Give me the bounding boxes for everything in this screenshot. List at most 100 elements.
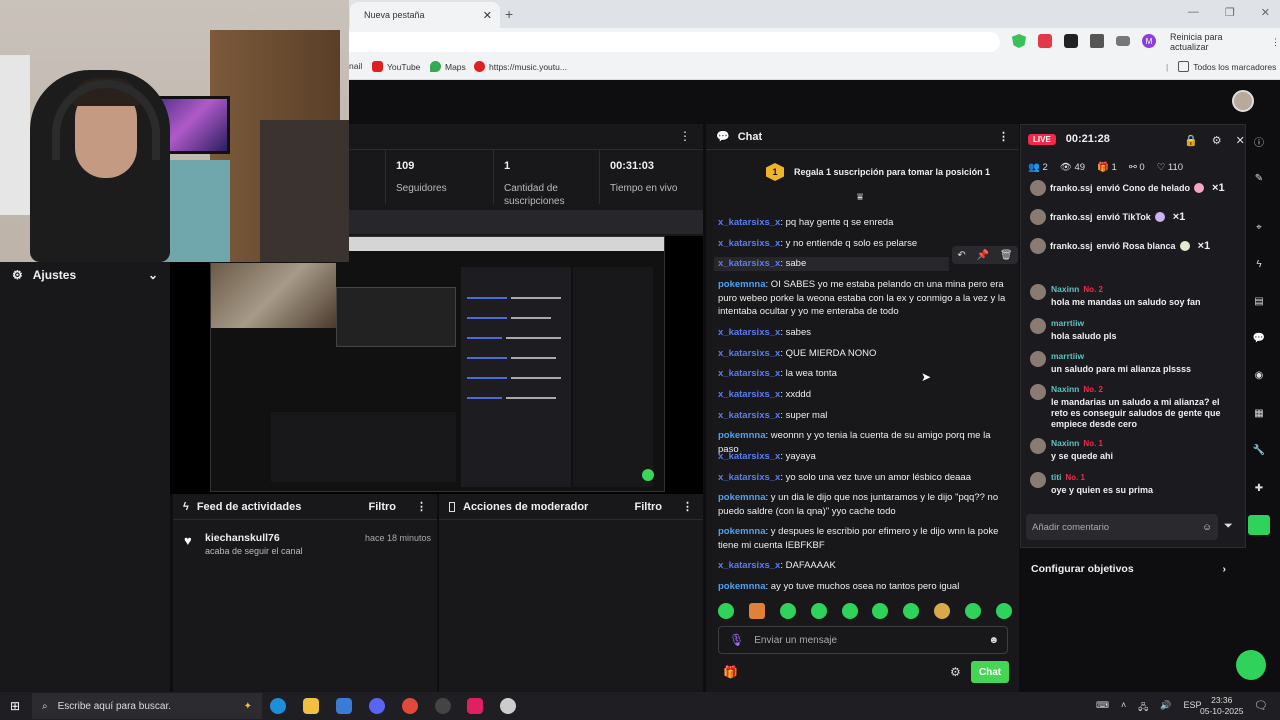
more-icon[interactable]: ⋮ (1271, 37, 1280, 48)
close-icon[interactable]: ✕ (1236, 134, 1245, 147)
gear-icon[interactable]: ⚙ (1212, 134, 1222, 147)
maximize-icon[interactable]: ❐ (1225, 6, 1235, 19)
broadcast-icon[interactable]: ◉ (1252, 368, 1266, 382)
taskbar-search[interactable]: ⌕ Escribe aquí para buscar. ✦ (32, 693, 262, 719)
chat-username[interactable]: x_katarsixs_x (718, 327, 780, 338)
store-icon[interactable] (336, 698, 352, 714)
shield-extension-icon[interactable] (1012, 34, 1026, 48)
smile-icon[interactable]: ☺ (1202, 522, 1212, 533)
chat-icon[interactable]: 💬 (1252, 331, 1266, 345)
settings-section[interactable]: ⚙ Ajustes ⌄ (0, 264, 170, 286)
close-window-icon[interactable]: ✕ (1261, 6, 1270, 19)
minimize-icon[interactable]: — (1188, 6, 1199, 19)
chat-username[interactable]: x_katarsixs_x (718, 217, 780, 228)
emote-icon[interactable] (748, 603, 765, 619)
update-button[interactable]: Reinicia para actualizar ⋮ (1170, 32, 1280, 52)
bookmark-youtube[interactable]: YouTube (372, 61, 420, 72)
emote-icon[interactable] (779, 603, 796, 619)
chat-username[interactable]: x_katarsixs_x (718, 389, 780, 400)
close-tab-icon[interactable]: ✕ (483, 9, 492, 22)
chat-username[interactable]: pokemnna (718, 279, 766, 290)
comment-user[interactable]: Naxinn No. 2 (1051, 384, 1103, 395)
emote-icon[interactable] (903, 603, 920, 619)
chat-username[interactable]: pokemnna (718, 430, 766, 441)
chat-username[interactable]: x_katarsixs_x (718, 368, 780, 379)
app-icon[interactable] (500, 698, 516, 714)
clapperboard-icon[interactable] (1248, 515, 1270, 535)
chat-username[interactable]: x_katarsixs_x (718, 238, 780, 249)
microphone-icon[interactable]: 🎙 (729, 633, 744, 647)
tiktok-icon[interactable] (467, 698, 483, 714)
info-icon[interactable]: ⓘ (1252, 134, 1266, 149)
chevron-up-icon[interactable]: ˄ (1121, 700, 1126, 716)
filter-icon[interactable]: ⏷ (1224, 520, 1233, 533)
media-icon[interactable] (1116, 36, 1130, 46)
sub-gift-banner[interactable]: 1 Regala 1 suscripción para tomar la pos… (706, 152, 1019, 192)
more-options-icon[interactable]: ⋮ (998, 130, 1009, 143)
volume-icon[interactable]: 🔊 (1160, 700, 1171, 716)
chat-username[interactable]: x_katarsixs_x (718, 410, 780, 421)
keyboard-icon[interactable]: ⌨ (1096, 700, 1109, 716)
comment-user[interactable]: Naxinn No. 2 (1051, 284, 1103, 295)
bolt-icon[interactable]: ϟ (1252, 257, 1266, 271)
pencil-icon[interactable]: ✎ (1252, 171, 1266, 185)
mod-filter-button[interactable]: Filtro (635, 501, 663, 513)
puzzle-icon[interactable] (1090, 34, 1104, 48)
clock[interactable]: 23:36 05-10-2025 (1200, 695, 1243, 717)
layout-icon[interactable]: ▦ (1252, 406, 1266, 420)
gear-icon[interactable]: ⚙ (950, 665, 961, 679)
all-bookmarks[interactable]: | Todos los marcadores (1166, 61, 1276, 72)
feed-item-user[interactable]: kiechanskull76 (205, 532, 280, 544)
discord-icon[interactable] (369, 698, 385, 714)
feed-filter-button[interactable]: Filtro (369, 501, 397, 513)
chat-input[interactable]: 🎙 Enviar un mensaje ☻ (718, 626, 1008, 654)
network-icon[interactable]: 🖧 (1138, 700, 1148, 716)
trash-icon[interactable]: 🗑 (1000, 250, 1013, 261)
add-comment-input[interactable]: Añadir comentario ☺ (1026, 514, 1218, 540)
reply-icon[interactable]: ↶ (957, 250, 965, 261)
pin-down-icon[interactable]: ⩸ (857, 192, 863, 203)
chat-username[interactable]: x_katarsixs_x (718, 451, 780, 462)
comment-user[interactable]: marrtiiw (1051, 351, 1084, 362)
lock-icon[interactable]: 🔒 (1184, 134, 1198, 147)
chat-username[interactable]: x_katarsixs_x (718, 348, 780, 359)
wrench-icon[interactable]: 🔧 (1252, 443, 1266, 457)
help-headset-icon[interactable] (1236, 650, 1266, 680)
clipboard-icon[interactable]: ▤ (1252, 294, 1266, 308)
smile-icon[interactable]: ☻ (988, 635, 999, 646)
address-input[interactable] (340, 32, 1000, 52)
comment-user[interactable]: marrtiiw (1051, 318, 1084, 329)
chat-send-button[interactable]: Chat (971, 661, 1009, 683)
comment-user[interactable]: Naxinn No. 1 (1051, 438, 1103, 449)
chat-username[interactable]: x_katarsixs_x (718, 258, 780, 269)
edge-icon[interactable] (270, 698, 286, 714)
emote-icon[interactable] (934, 603, 951, 619)
new-tab-icon[interactable]: + (505, 6, 513, 22)
browser-tab[interactable]: Nueva pestaña ✕ (350, 2, 500, 28)
more-options-icon[interactable]: ⋮ (682, 500, 693, 513)
emote-icon[interactable] (841, 603, 858, 619)
user-avatar[interactable] (1232, 90, 1254, 112)
more-options-icon[interactable]: ⋮ (416, 500, 427, 513)
comment-user[interactable]: titi No. 1 (1051, 472, 1085, 483)
obs-icon[interactable] (435, 698, 451, 714)
chat-username[interactable]: pokemnna (718, 492, 766, 503)
profile-avatar[interactable]: M (1142, 34, 1156, 48)
chat-username[interactable]: pokemnna (718, 581, 766, 592)
bookmark-gmail[interactable]: nail (349, 61, 362, 71)
puzzle-icon[interactable]: ✚ (1252, 481, 1266, 495)
more-options-icon[interactable]: ⋮ (679, 129, 691, 143)
language-indicator[interactable]: ESP (1184, 700, 1202, 716)
chat-username[interactable]: pokemnna (718, 526, 766, 537)
target-icon[interactable]: ⌖ (1252, 220, 1266, 234)
chrome-icon[interactable] (402, 698, 418, 714)
windows-start-icon[interactable]: ⊞ (10, 699, 20, 713)
bookmark-maps[interactable]: Maps (430, 61, 466, 72)
emote-icon[interactable] (965, 603, 981, 619)
extension-icon[interactable] (1038, 34, 1052, 48)
notification-icon[interactable]: 🗨 (1254, 699, 1268, 712)
extension-icon[interactable] (1064, 34, 1078, 48)
emote-icon[interactable] (995, 603, 1012, 619)
emote-icon[interactable] (872, 603, 889, 619)
emote-icon[interactable] (718, 603, 734, 619)
